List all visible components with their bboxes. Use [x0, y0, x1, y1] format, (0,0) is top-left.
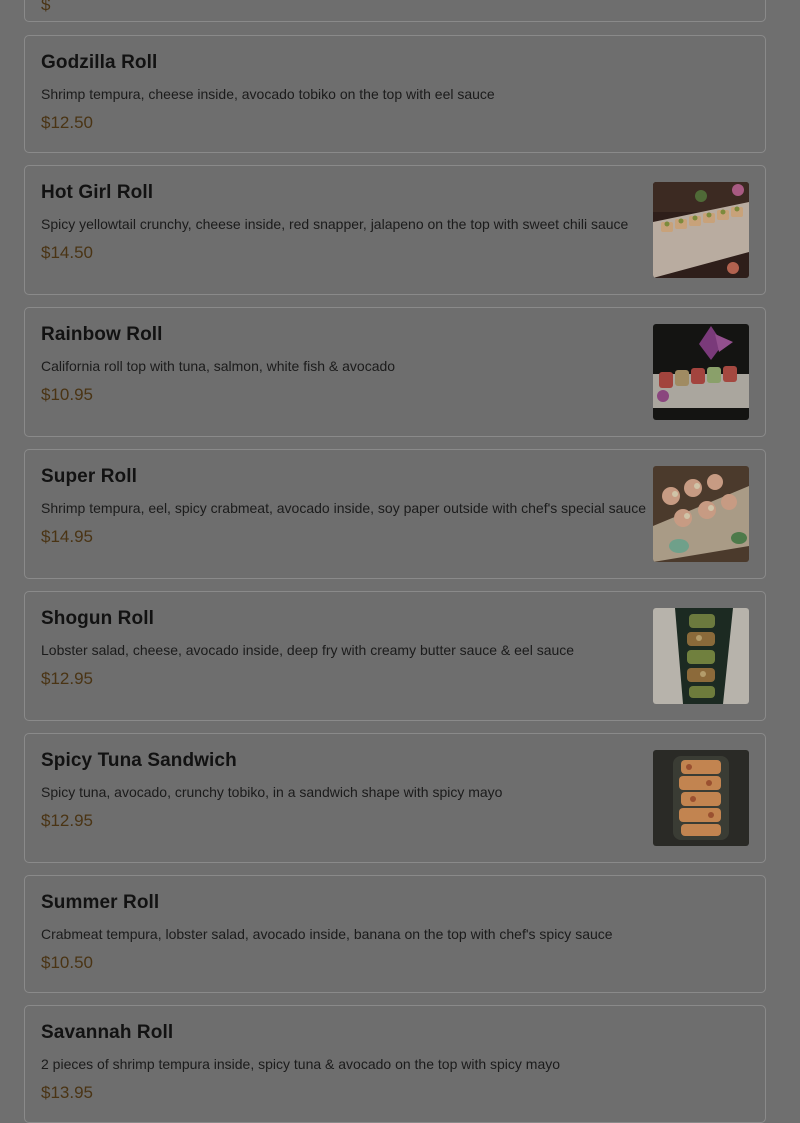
menu-item-description: Lobster salad, cheese, avocado inside, d…	[41, 642, 575, 658]
menu-item-price: $10.50	[41, 953, 93, 972]
menu-item-price: $12.95	[41, 811, 93, 830]
menu-item-card-summer-roll[interactable]: Summer Roll Crabmeat tempura, lobster sa…	[24, 875, 766, 993]
menu-item-name: Summer Roll	[41, 892, 160, 913]
menu-item-price: $14.95	[41, 527, 93, 546]
menu-item-name: Shogun Roll	[41, 608, 154, 629]
menu-item-card[interactable]: $	[24, 0, 766, 22]
menu-item-card-rainbow-roll[interactable]: Rainbow Roll California roll top with tu…	[24, 307, 766, 437]
menu-item-name: Hot Girl Roll	[41, 182, 154, 203]
menu-item-card-godzilla-roll[interactable]: Godzilla Roll Shrimp tempura, cheese ins…	[24, 35, 766, 153]
menu-item-name: Godzilla Roll	[41, 52, 158, 73]
rainbow-roll-photo[interactable]	[653, 324, 749, 420]
menu-item-card-super-roll[interactable]: Super Roll Shrimp tempura, eel, spicy cr…	[24, 449, 766, 579]
menu-item-price: $12.50	[41, 113, 93, 132]
menu-item-description: Spicy tuna, avocado, crunchy tobiko, in …	[41, 784, 503, 800]
menu-item-price: $	[41, 0, 51, 14]
menu-item-name: Super Roll	[41, 466, 138, 487]
menu-item-name: Rainbow Roll	[41, 324, 163, 345]
super-roll-photo[interactable]	[653, 466, 749, 562]
menu-item-card-shogun-roll[interactable]: Shogun Roll Lobster salad, cheese, avoca…	[24, 591, 766, 721]
menu-item-price: $14.50	[41, 243, 93, 262]
menu-item-description: Shrimp tempura, eel, spicy crabmeat, avo…	[41, 500, 646, 516]
menu-item-description: California roll top with tuna, salmon, w…	[41, 358, 396, 374]
menu-item-price: $10.95	[41, 385, 93, 404]
menu-item-price: $13.95	[41, 1083, 93, 1102]
menu-item-description: Shrimp tempura, cheese inside, avocado t…	[41, 86, 495, 102]
menu-item-name: Savannah Roll	[41, 1022, 174, 1043]
menu-item-card-savannah-roll[interactable]: Savannah Roll 2 pieces of shrimp tempura…	[24, 1005, 766, 1123]
menu-item-card-spicy-tuna-sandwich[interactable]: Spicy Tuna Sandwich Spicy tuna, avocado,…	[24, 733, 766, 863]
menu-item-card-hot-girl-roll[interactable]: Hot Girl Roll Spicy yellowtail crunchy, …	[24, 165, 766, 295]
shogun-roll-photo[interactable]	[653, 608, 749, 704]
menu-item-name: Spicy Tuna Sandwich	[41, 750, 237, 771]
menu-item-description: 2 pieces of shrimp tempura inside, spicy…	[41, 1056, 561, 1072]
sushi-platter-photo[interactable]	[653, 182, 749, 278]
menu-item-price: $12.95	[41, 669, 93, 688]
menu-item-description: Spicy yellowtail crunchy, cheese inside,…	[41, 216, 629, 232]
spicy-tuna-sandwich-photo[interactable]	[653, 750, 749, 846]
menu-item-description: Crabmeat tempura, lobster salad, avocado…	[41, 926, 613, 942]
